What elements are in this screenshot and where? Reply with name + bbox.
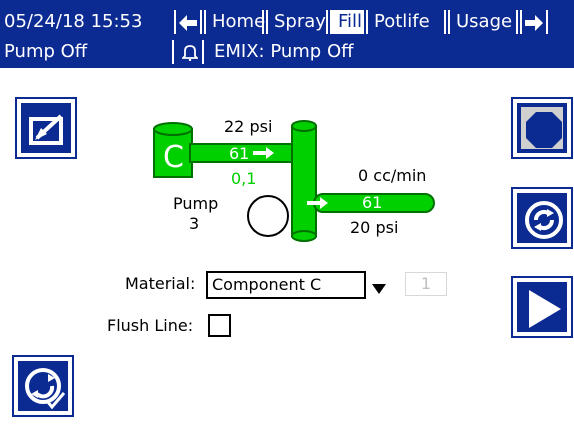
stop-icon — [525, 111, 563, 153]
tab-right-arrow[interactable] — [520, 10, 548, 34]
refresh-check-button[interactable] — [12, 355, 74, 417]
pump-label: Pump — [173, 194, 219, 213]
play-icon — [525, 288, 563, 334]
tab-potlife-label: Potlife — [374, 11, 430, 32]
pump-secondary-value: 0,1 — [231, 169, 257, 188]
flush-line-label: Flush Line: — [107, 316, 194, 335]
pump-symbol — [247, 195, 289, 237]
tab-home-label: Home — [212, 11, 266, 32]
left-arrow-icon — [179, 14, 197, 38]
component-letter: C — [163, 140, 184, 175]
tab-left-arrow[interactable] — [174, 10, 202, 34]
refresh-check-icon — [22, 365, 68, 415]
emix-status-label: EMIX: Pump Off — [214, 41, 354, 62]
flush-line-checkbox[interactable] — [208, 314, 231, 337]
edit-icon — [27, 109, 69, 155]
pump-flow-value: 61 — [229, 144, 250, 163]
pump-number: 3 — [189, 214, 200, 233]
tab-spray[interactable]: Spray — [266, 10, 328, 34]
start-button[interactable] — [511, 276, 573, 338]
material-label: Material: — [125, 274, 196, 293]
material-index-field: 1 — [405, 272, 447, 296]
refresh-button[interactable] — [511, 187, 573, 249]
status-bar: Pump Off EMIX: Pump Off — [0, 36, 574, 66]
top-header: 05/24/18 15:53 Home Spray Fill Potlife U… — [0, 0, 574, 68]
right-arrow-icon — [525, 14, 543, 38]
material-select-arrow[interactable] — [364, 271, 392, 299]
tab-fill-label: Fill — [338, 11, 363, 32]
tab-spray-label: Spray — [274, 11, 326, 32]
tab-potlife[interactable]: Potlife — [366, 10, 446, 34]
datetime-label: 05/24/18 15:53 — [4, 11, 143, 32]
output-value: 61 — [362, 193, 383, 212]
material-select[interactable]: Component C — [206, 271, 392, 299]
flow-rate-label: 0 cc/min — [358, 166, 427, 185]
tab-fill[interactable]: Fill — [330, 10, 364, 34]
edit-button[interactable] — [15, 97, 77, 159]
refresh-icon — [523, 199, 565, 245]
pump-status-label: Pump Off — [0, 40, 174, 64]
material-select-value: Component C — [212, 275, 322, 294]
stop-button[interactable] — [511, 97, 573, 159]
tab-home[interactable]: Home — [204, 10, 266, 34]
chevron-down-icon — [372, 279, 386, 298]
pressure-top-label: 22 psi — [224, 117, 273, 136]
tab-usage-label: Usage — [456, 11, 513, 32]
tab-usage[interactable]: Usage — [448, 10, 518, 34]
pressure-bottom-label: 20 psi — [350, 218, 399, 237]
